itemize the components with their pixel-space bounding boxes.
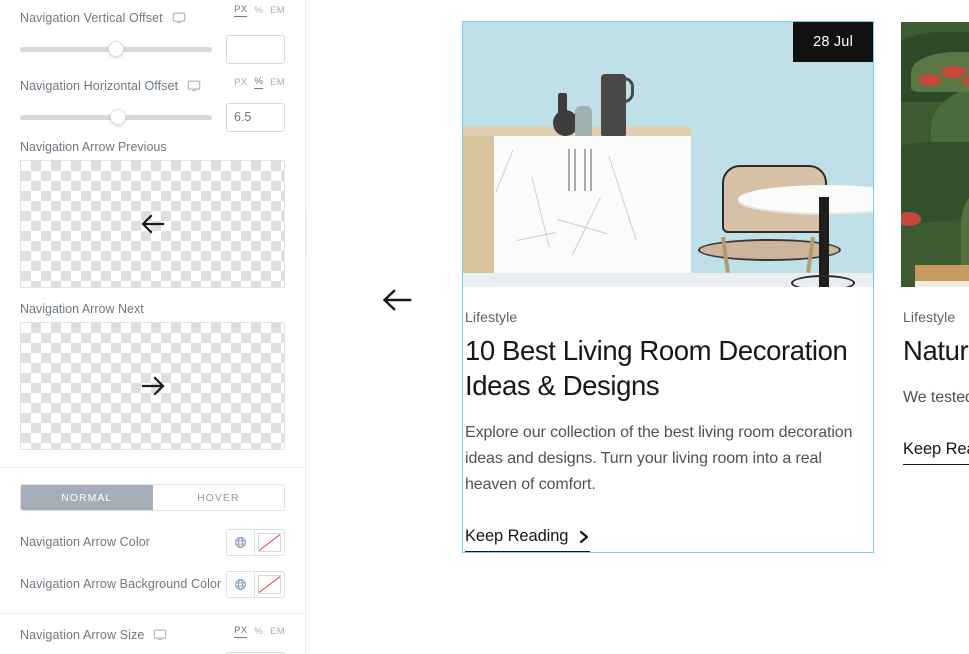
unit-percent[interactable]: %: [254, 4, 263, 17]
control-label: Navigation Arrow Background Color: [20, 577, 222, 591]
arrow-left-icon: [140, 214, 164, 234]
media-label: Navigation Arrow Next: [20, 302, 144, 316]
post-image: [901, 22, 969, 287]
arrow-next-media-box[interactable]: [20, 322, 285, 450]
arrow-previous-media-box[interactable]: [20, 160, 285, 288]
carousel-prev-arrow-icon[interactable]: [379, 283, 415, 317]
nature-illustration: [901, 22, 969, 287]
settings-panel: Navigation Vertical Offset PX % EM Navig…: [0, 0, 306, 654]
unit-percent[interactable]: %: [254, 75, 264, 89]
vertical-offset-slider[interactable]: [20, 41, 212, 57]
unit-px[interactable]: PX: [234, 3, 248, 17]
unit-em[interactable]: EM: [270, 625, 285, 638]
control-navigation-arrow-next: Navigation Arrow Next: [0, 302, 305, 450]
keep-reading-link[interactable]: Keep Reading: [903, 440, 969, 466]
post-card[interactable]: Lifestyle Natural Skin Tips We tested na…: [901, 22, 969, 553]
control-label: Navigation Vertical Offset: [20, 11, 163, 25]
control-label: Navigation Arrow Color: [20, 535, 151, 549]
state-tabs: NORMAL HOVER: [20, 484, 285, 511]
unit-px[interactable]: PX: [234, 624, 248, 638]
color-swatch-none[interactable]: [255, 571, 284, 597]
vertical-offset-input[interactable]: [226, 34, 285, 64]
unit-em[interactable]: EM: [270, 76, 285, 89]
color-swatch-none[interactable]: [255, 529, 284, 555]
horizontal-offset-slider[interactable]: [20, 109, 212, 125]
keep-reading-label: Keep Reading: [903, 440, 969, 459]
unit-em[interactable]: EM: [270, 4, 285, 17]
unit-switcher: PX % EM: [234, 3, 285, 17]
globe-icon[interactable]: [227, 571, 255, 597]
control-navigation-arrow-size: Navigation Arrow Size PX % EM: [0, 614, 305, 654]
desktop-icon[interactable]: [187, 79, 201, 93]
post-card[interactable]: 28 Jul Lifestyle 10 Best Living Room Dec…: [462, 20, 874, 554]
unit-px[interactable]: PX: [234, 76, 247, 89]
arrow-right-icon: [141, 376, 165, 396]
desktop-icon[interactable]: [172, 11, 186, 25]
control-navigation-vertical-offset: Navigation Vertical Offset PX % EM: [0, 0, 305, 66]
control-navigation-arrow-previous: Navigation Arrow Previous: [0, 140, 305, 288]
post-title[interactable]: 10 Best Living Room Decoration Ideas & D…: [465, 333, 873, 403]
post-category[interactable]: Lifestyle: [903, 309, 969, 325]
post-body: Lifestyle 10 Best Living Room Decoration…: [463, 287, 873, 553]
horizontal-offset-input[interactable]: [226, 102, 285, 132]
color-picker-arrow-bg: [226, 570, 285, 598]
control-navigation-arrow-color: Navigation Arrow Color: [0, 521, 305, 563]
post-image: 28 Jul: [463, 22, 873, 287]
slider-thumb[interactable]: [109, 109, 126, 125]
color-picker-arrow: [226, 528, 285, 556]
control-navigation-arrow-background-color: Navigation Arrow Background Color: [0, 563, 305, 605]
desktop-icon[interactable]: [153, 628, 167, 642]
section-divider: [0, 467, 305, 468]
globe-icon[interactable]: [227, 529, 255, 555]
control-label: Navigation Arrow Size: [20, 628, 145, 642]
chevron-right-icon: [580, 530, 589, 543]
post-description: Explore our collection of the best livin…: [465, 424, 853, 494]
control-navigation-horizontal-offset: Navigation Horizontal Offset PX % EM: [0, 66, 305, 134]
app-root: Navigation Vertical Offset PX % EM Navig…: [0, 0, 969, 654]
slider-thumb[interactable]: [108, 41, 124, 57]
post-category[interactable]: Lifestyle: [465, 309, 873, 325]
tab-hover[interactable]: HOVER: [152, 485, 284, 510]
carousel-track: 28 Jul Lifestyle 10 Best Living Room Dec…: [462, 20, 969, 554]
post-date-badge: 28 Jul: [793, 22, 873, 62]
post-body: Lifestyle Natural Skin Tips We tested na…: [901, 287, 969, 466]
keep-reading-label: Keep Reading: [465, 527, 569, 546]
control-label: Navigation Horizontal Offset: [20, 79, 179, 93]
preview-canvas: 28 Jul Lifestyle 10 Best Living Room Dec…: [307, 0, 969, 654]
post-description: We tested natural, clean Glow up: [903, 389, 969, 407]
unit-switcher: PX % EM: [234, 75, 285, 89]
post-title[interactable]: Natural Skin Tips: [903, 333, 969, 368]
keep-reading-link[interactable]: Keep Reading: [465, 527, 591, 553]
media-label: Navigation Arrow Previous: [20, 140, 167, 154]
unit-percent[interactable]: %: [254, 625, 263, 638]
tab-normal[interactable]: NORMAL: [21, 485, 153, 510]
unit-switcher: PX % EM: [234, 624, 285, 638]
